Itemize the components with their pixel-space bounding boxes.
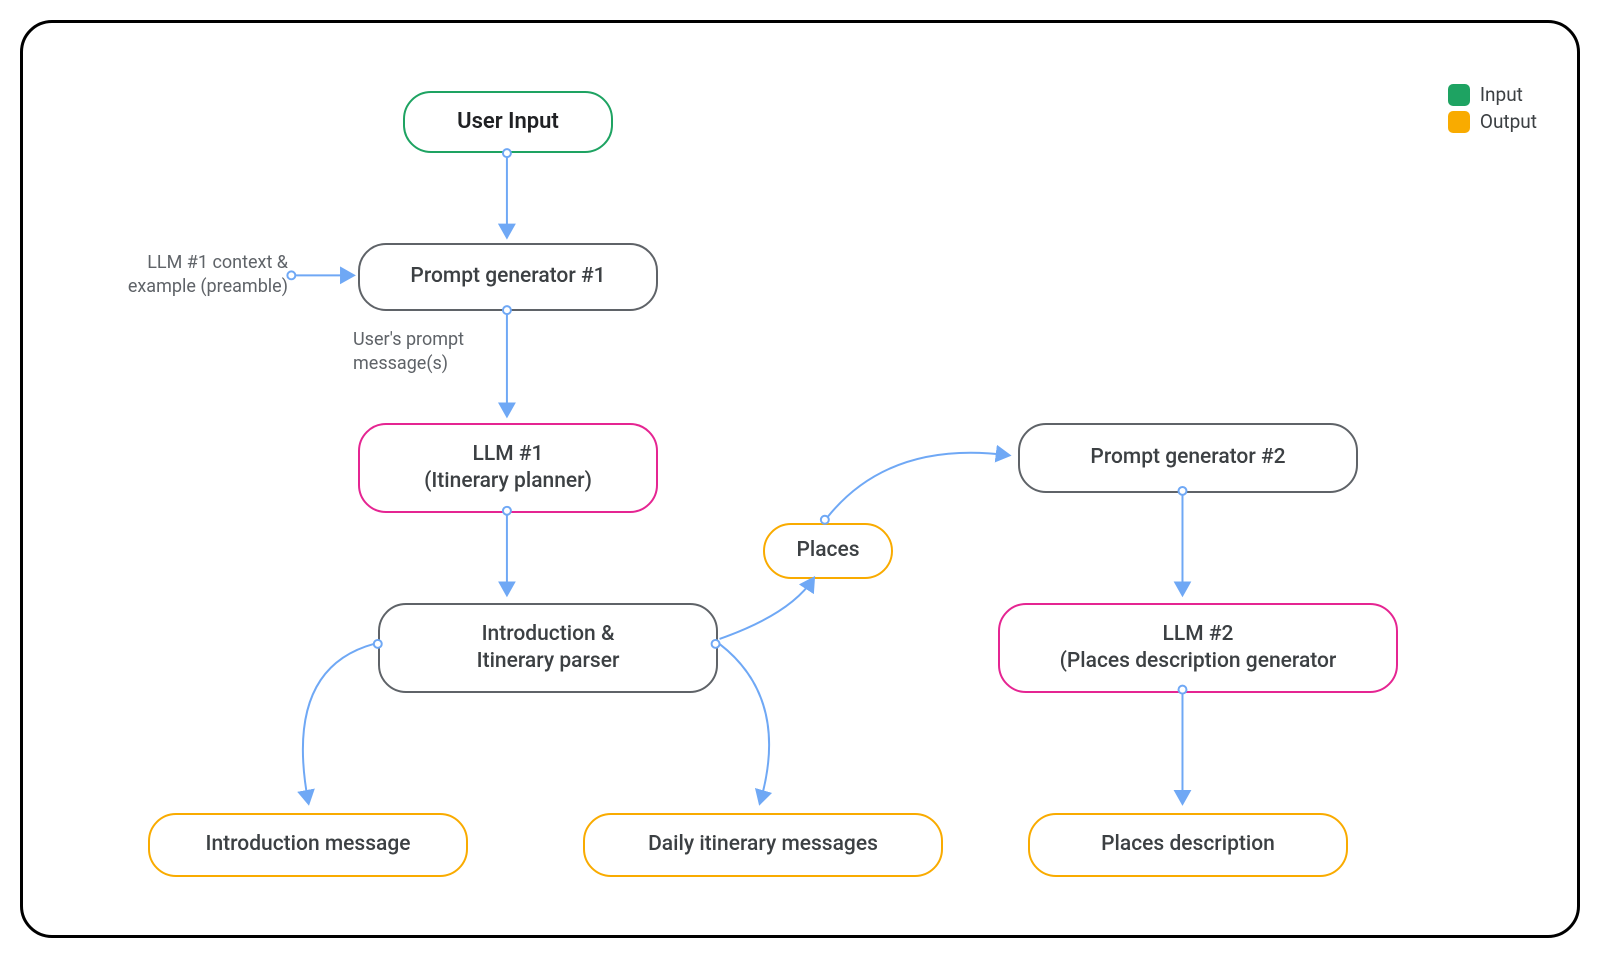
label-user-prompt: User's prompt message(s) <box>353 328 513 377</box>
node-places-description: Places description <box>1028 813 1348 877</box>
node-daily-messages-label: Daily itinerary messages <box>648 831 878 858</box>
legend-input-label: Input <box>1480 83 1523 106</box>
node-llm-1-label: LLM #1 (Itinerary planner) <box>424 441 592 496</box>
node-prompt-generator-2-label: Prompt generator #2 <box>1090 444 1285 471</box>
node-intro-itinerary-parser: Introduction & Itinerary parser <box>378 603 718 693</box>
legend-output-row: Output <box>1448 110 1537 133</box>
node-llm-2: LLM #2 (Places description generator <box>998 603 1398 693</box>
node-daily-itinerary-messages: Daily itinerary messages <box>583 813 943 877</box>
legend-output-swatch <box>1448 111 1470 133</box>
node-llm-2-label: LLM #2 (Places description generator <box>1060 621 1337 676</box>
legend-output-label: Output <box>1480 110 1537 133</box>
node-prompt-generator-1: Prompt generator #1 <box>358 243 658 311</box>
legend-input-swatch <box>1448 84 1470 106</box>
label-preamble: LLM #1 context & example (preamble) <box>78 251 288 300</box>
diagram-canvas: Input Output User Input Prompt generator… <box>20 20 1580 938</box>
node-introduction-message: Introduction message <box>148 813 468 877</box>
node-parser-label: Introduction & Itinerary parser <box>477 621 620 676</box>
node-user-input-label: User Input <box>457 108 559 137</box>
node-llm-1: LLM #1 (Itinerary planner) <box>358 423 658 513</box>
node-prompt-generator-2: Prompt generator #2 <box>1018 423 1358 493</box>
legend-input-row: Input <box>1448 83 1537 106</box>
node-intro-message-label: Introduction message <box>206 831 411 858</box>
node-places-description-label: Places description <box>1101 831 1275 858</box>
node-prompt-generator-1-label: Prompt generator #1 <box>410 263 605 290</box>
legend: Input Output <box>1448 83 1537 137</box>
node-user-input: User Input <box>403 91 613 153</box>
node-places: Places <box>763 523 893 579</box>
diagram-frame: Input Output User Input Prompt generator… <box>0 0 1600 958</box>
node-places-label: Places <box>796 537 859 564</box>
